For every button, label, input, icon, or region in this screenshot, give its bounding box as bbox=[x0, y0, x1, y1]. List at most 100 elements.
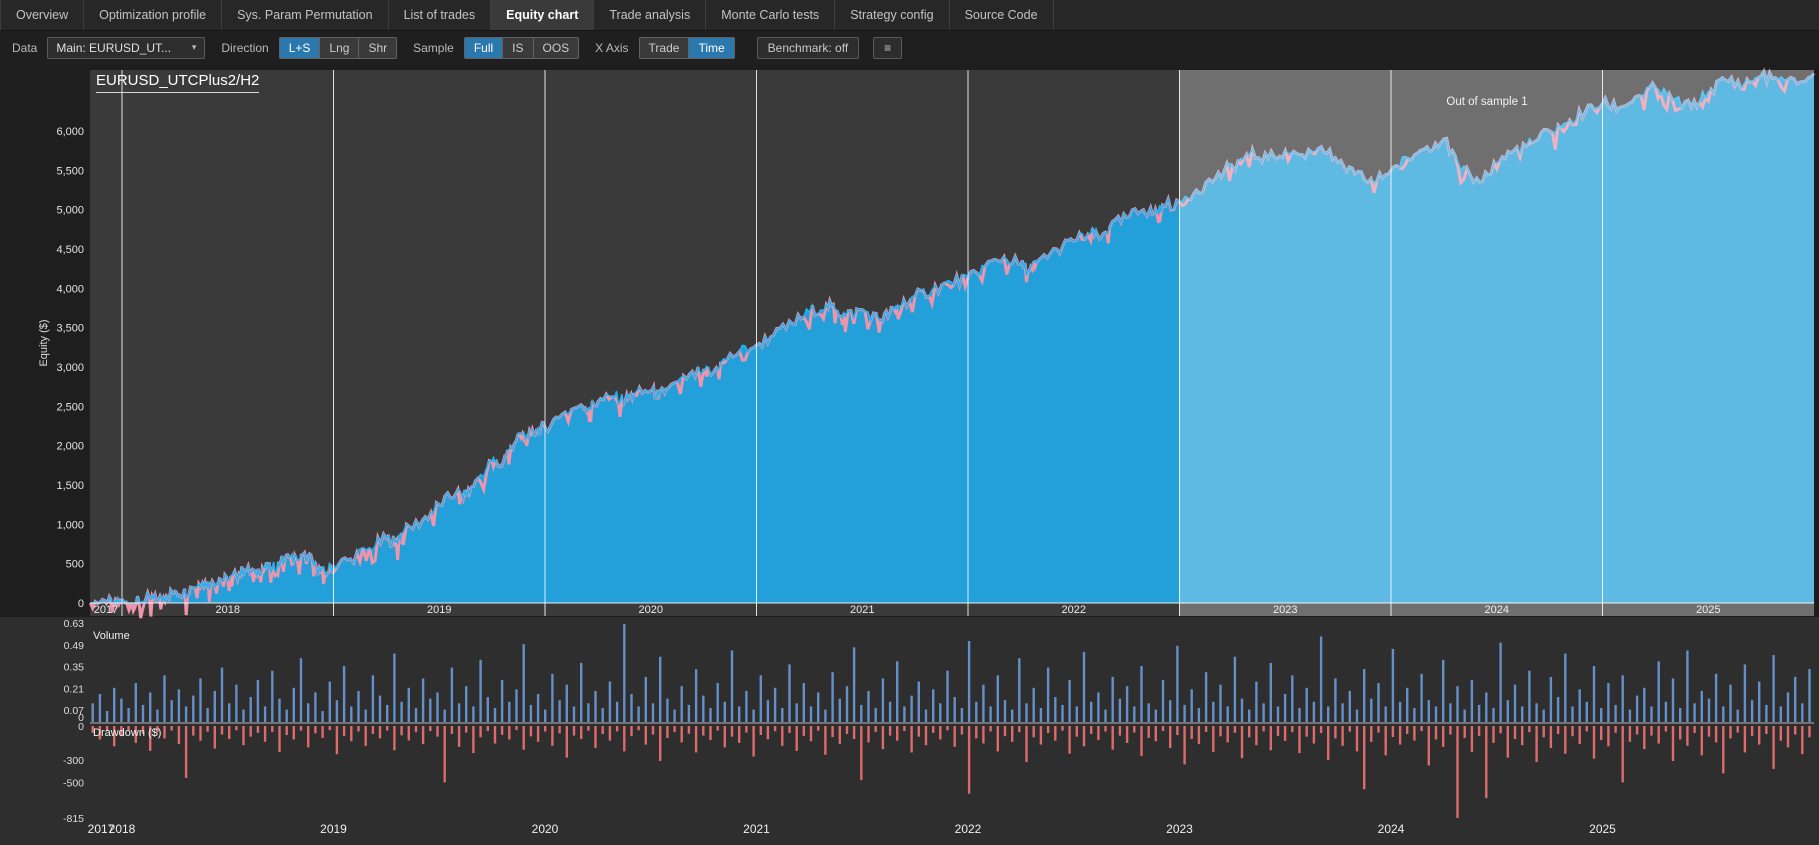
tab-trade-analysis[interactable]: Trade analysis bbox=[594, 0, 707, 30]
drawdown-bar bbox=[709, 726, 712, 741]
volume-bar bbox=[1312, 701, 1316, 722]
drawdown-bar bbox=[199, 726, 202, 741]
drawdown-bar bbox=[1011, 726, 1014, 742]
volume-bar bbox=[98, 694, 102, 722]
drawdown-bar bbox=[443, 726, 446, 783]
drawdown-panel-label: Drawdown ($) bbox=[93, 727, 162, 739]
volume-bar bbox=[371, 675, 375, 722]
drawdown-bar bbox=[1104, 726, 1107, 732]
equity-strip-year: 2020 bbox=[639, 604, 663, 616]
drawdown-bar bbox=[1276, 726, 1280, 736]
volume-bar bbox=[623, 624, 626, 722]
drawdown-bar bbox=[1391, 726, 1395, 738]
sample-option-oos[interactable]: OOS bbox=[532, 36, 580, 59]
volume-bar bbox=[134, 683, 137, 722]
sample-option-full[interactable]: Full bbox=[463, 36, 504, 59]
volume-bar bbox=[1485, 692, 1488, 722]
drawdown-bar bbox=[414, 726, 418, 733]
equity-strip-year: 2021 bbox=[850, 604, 874, 616]
drawdown-bar bbox=[242, 726, 245, 746]
volume-bar bbox=[1370, 698, 1373, 722]
drawdown-bar bbox=[946, 726, 949, 731]
tab-sys-param-permutation[interactable]: Sys. Param Permutation bbox=[222, 0, 389, 30]
drawdown-bar bbox=[1765, 726, 1768, 734]
volume-bar bbox=[917, 681, 920, 722]
volume-bar bbox=[1707, 698, 1711, 722]
drawdown-bar bbox=[580, 726, 583, 739]
drawdown-bar bbox=[572, 726, 576, 736]
volume-bar bbox=[558, 700, 561, 722]
drawdown-bar bbox=[1269, 726, 1272, 751]
tab-optimization-profile[interactable]: Optimization profile bbox=[84, 0, 223, 30]
drawdown-bar bbox=[256, 726, 260, 733]
volume-bar bbox=[91, 703, 94, 722]
volume-bar bbox=[400, 701, 403, 722]
volume-bar bbox=[1140, 666, 1143, 722]
drawdown-bar bbox=[1262, 726, 1265, 732]
drawdown-bar bbox=[996, 726, 999, 752]
drawdown-bar bbox=[1219, 726, 1222, 737]
drawdown-bar bbox=[845, 726, 849, 734]
menu-button[interactable]: ≡ bbox=[873, 36, 903, 59]
tab-equity-chart[interactable]: Equity chart bbox=[491, 0, 595, 30]
volume-bar bbox=[1348, 690, 1351, 722]
tab-strategy-config[interactable]: Strategy config bbox=[835, 0, 950, 30]
drawdown-bar bbox=[1758, 726, 1761, 745]
tab-overview[interactable]: Overview bbox=[0, 0, 85, 30]
direction-option-lng[interactable]: Lng bbox=[319, 36, 360, 59]
sample-option-is[interactable]: IS bbox=[502, 36, 534, 59]
volume-bar bbox=[1722, 706, 1725, 722]
drawdown-bar bbox=[659, 726, 662, 761]
drawdown-bar bbox=[529, 726, 533, 737]
benchmark-button[interactable]: Benchmark: off bbox=[756, 36, 860, 59]
volume-bar bbox=[1298, 708, 1301, 722]
chart-canvas[interactable]: 2017 2018 2019 2020 2021 2022 2023 2024 2025 0 500… bbox=[0, 0, 1819, 845]
drawdown-bar bbox=[687, 726, 691, 734]
volume-bar bbox=[393, 653, 396, 722]
volume-bar bbox=[328, 681, 331, 722]
volume-bar bbox=[1154, 709, 1157, 722]
volume-bar bbox=[1169, 700, 1172, 722]
drawdown-bar bbox=[1801, 726, 1804, 755]
drawdown-bar bbox=[910, 726, 913, 753]
data-select[interactable]: Main: EURUSD_UT... ▾ bbox=[47, 36, 206, 59]
drawdown-bar bbox=[1377, 726, 1380, 733]
volume-bar bbox=[874, 708, 877, 722]
tab-monte-carlo-tests[interactable]: Monte Carlo tests bbox=[706, 0, 836, 30]
drawdown-bar bbox=[881, 726, 885, 750]
volume-bar bbox=[170, 700, 173, 722]
direction-option-shr[interactable]: Shr bbox=[358, 36, 398, 59]
volume-bar bbox=[781, 708, 784, 722]
xaxis-option-time[interactable]: Time bbox=[688, 36, 735, 59]
drawdown-bar bbox=[1614, 726, 1617, 733]
volume-bar bbox=[1054, 697, 1057, 722]
tab-source-code[interactable]: Source Code bbox=[950, 0, 1054, 30]
xaxis-option-trade[interactable]: Trade bbox=[638, 36, 690, 59]
volume-bar bbox=[1434, 706, 1438, 722]
drawdown-bar bbox=[1449, 726, 1452, 735]
drawdown-bar bbox=[1420, 726, 1423, 732]
tab-list-of-trades[interactable]: List of trades bbox=[389, 0, 492, 30]
direction-option-l-s[interactable]: L+S bbox=[278, 36, 321, 59]
drawdown-bar bbox=[421, 726, 425, 745]
volume-bar bbox=[357, 690, 360, 722]
volume-bar bbox=[1786, 692, 1790, 722]
drawdown-bar bbox=[1082, 726, 1086, 747]
volume-bar bbox=[694, 669, 698, 722]
volume-bar bbox=[443, 709, 446, 722]
volume-bar bbox=[1679, 708, 1682, 722]
drawdown-bar bbox=[163, 726, 166, 739]
drawdown-bar bbox=[1686, 726, 1689, 746]
drawdown-bar bbox=[1635, 726, 1639, 735]
drawdown-bar bbox=[917, 726, 920, 737]
equity-strip-year: 2022 bbox=[1062, 604, 1086, 616]
drawdown-bar bbox=[493, 726, 497, 744]
volume-bar bbox=[680, 686, 683, 722]
drawdown-bar bbox=[465, 726, 468, 733]
volume-bar bbox=[1743, 664, 1747, 722]
volume-bar bbox=[127, 708, 130, 722]
volume-bar bbox=[939, 703, 942, 722]
drawdown-bar bbox=[975, 726, 978, 739]
drawdown-bar bbox=[1427, 726, 1430, 766]
volume-bar bbox=[206, 708, 209, 722]
